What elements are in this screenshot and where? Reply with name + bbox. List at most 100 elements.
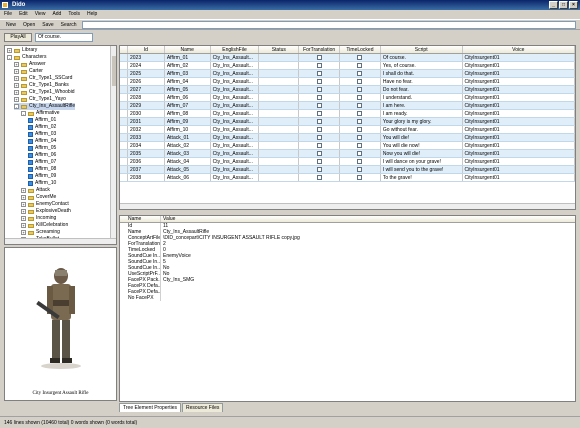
tree-node[interactable]: + CoverMe	[21, 194, 56, 201]
cell-name[interactable]: Affirm_08	[165, 110, 211, 117]
cell-id[interactable]: 2023	[128, 54, 165, 61]
checkbox[interactable]	[316, 175, 322, 180]
cell-id[interactable]: 2031	[128, 118, 165, 125]
row-selector[interactable]	[120, 70, 128, 77]
cell-name[interactable]: Attack_05	[165, 166, 211, 173]
expand-icon[interactable]: +	[14, 83, 19, 88]
cell-status[interactable]	[259, 166, 300, 173]
cell-for-translation[interactable]	[299, 158, 341, 165]
tree-node[interactable]: Affirm_09	[28, 173, 56, 180]
col-time-locked[interactable]: TimeLocked	[340, 46, 381, 53]
cell-script[interactable]: Yes, of course.	[381, 62, 463, 69]
tree-node[interactable]: + Ctr_Type1_Yayo	[14, 96, 66, 103]
table-row[interactable]: 2028 Affirm_06 Cty_Ins_Assault... I underst…	[120, 94, 575, 102]
checkbox[interactable]	[357, 175, 363, 180]
cell-time-locked[interactable]	[340, 70, 381, 77]
cell-time-locked[interactable]	[340, 94, 381, 101]
table-row[interactable]: 2031 Affirm_09 Cty_Ins_Assault... Your glor…	[120, 118, 575, 126]
cell-script[interactable]: Go without fear.	[381, 126, 463, 133]
cell-voice[interactable]: CityInsurgent01	[463, 126, 575, 133]
checkbox[interactable]	[357, 151, 363, 156]
cell-for-translation[interactable]	[299, 110, 341, 117]
close-button[interactable]: ×	[569, 1, 578, 9]
cell-status[interactable]	[259, 134, 300, 141]
tree-node[interactable]: + Library	[7, 47, 37, 54]
cell-english-file[interactable]: Cty_Ins_Assault...	[211, 94, 260, 101]
checkbox[interactable]	[357, 103, 363, 108]
cell-for-translation[interactable]	[299, 62, 341, 69]
cell-status[interactable]	[259, 158, 300, 165]
checkbox[interactable]	[316, 127, 322, 132]
cell-id[interactable]: 2029	[128, 102, 165, 109]
property-value[interactable]	[160, 295, 575, 301]
menu-help[interactable]: Help	[87, 10, 97, 19]
row-selector[interactable]	[120, 150, 128, 157]
row-selector[interactable]	[120, 118, 128, 125]
cell-voice[interactable]: CityInsurgent01	[463, 62, 575, 69]
table-row[interactable]: 2025 Affirm_03 Cty_Ins_Assault... I shall d…	[120, 70, 575, 78]
tree-node[interactable]: Affirm_02	[28, 124, 56, 131]
collapse-icon[interactable]: -	[21, 111, 26, 116]
current-line-field[interactable]: Of course.	[35, 32, 93, 42]
cell-voice[interactable]: CityInsurgent01	[463, 142, 575, 149]
table-row[interactable]: 2026 Affirm_04 Cty_Ins_Assault... Have no f…	[120, 78, 575, 86]
table-row[interactable]: 2035 Attack_03 Cty_Ins_Assault... Now you w…	[120, 150, 575, 158]
cell-english-file[interactable]: Cty_Ins_Assault...	[211, 70, 260, 77]
cell-voice[interactable]: CityInsurgent01	[463, 158, 575, 165]
cell-time-locked[interactable]	[340, 78, 381, 85]
cell-voice[interactable]: CityInsurgent01	[463, 70, 575, 77]
cell-voice[interactable]: CityInsurgent01	[463, 86, 575, 93]
cell-id[interactable]: 2030	[128, 110, 165, 117]
cell-script[interactable]: I shall do that.	[381, 70, 463, 77]
row-selector[interactable]	[120, 166, 128, 173]
table-row[interactable]: 2023 Affirm_01 Cty_Ins_Assault... Of course…	[120, 54, 575, 62]
cell-name[interactable]: Affirm_10	[165, 126, 211, 133]
checkbox[interactable]	[357, 159, 363, 164]
checkbox[interactable]	[316, 63, 322, 68]
cell-script[interactable]: I am ready.	[381, 110, 463, 117]
cell-english-file[interactable]: Cty_Ins_Assault...	[211, 110, 260, 117]
checkbox[interactable]	[316, 95, 322, 100]
menu-file[interactable]: File	[4, 10, 12, 19]
checkbox[interactable]	[357, 71, 363, 76]
cell-voice[interactable]: CityInsurgent01	[463, 118, 575, 125]
cell-id[interactable]: 2033	[128, 134, 165, 141]
checkbox[interactable]	[357, 95, 363, 100]
character-tree[interactable]: + Library - Characters + Answer + Carter + Ctr_Ty…	[4, 45, 117, 245]
col-id[interactable]: Id	[128, 46, 165, 53]
cell-id[interactable]: 2026	[128, 78, 165, 85]
cell-script[interactable]: You will die now!	[381, 142, 463, 149]
cell-english-file[interactable]: Cty_Ins_Assault...	[211, 54, 260, 61]
cell-for-translation[interactable]	[299, 70, 341, 77]
tree-node[interactable]: + ExplosiveDeath	[21, 208, 71, 215]
menu-tools[interactable]: Tools	[68, 10, 80, 19]
cell-id[interactable]: 2032	[128, 126, 165, 133]
save-button[interactable]: Save	[40, 21, 55, 29]
checkbox[interactable]	[316, 135, 322, 140]
tree-node[interactable]: Affirm_05	[28, 145, 56, 152]
checkbox[interactable]	[316, 55, 322, 60]
col-name[interactable]: Name	[165, 46, 211, 53]
cell-english-file[interactable]: Cty_Ins_Assault...	[211, 86, 260, 93]
tree-node[interactable]: + Ctr_Type1_Banks	[14, 82, 69, 89]
expand-icon[interactable]: +	[21, 188, 26, 193]
cell-english-file[interactable]: Cty_Ins_Assault...	[211, 126, 260, 133]
cell-voice[interactable]: CityInsurgent01	[463, 78, 575, 85]
cell-for-translation[interactable]	[299, 150, 341, 157]
cell-script[interactable]: I will dance on your grave!	[381, 158, 463, 165]
cell-for-translation[interactable]	[299, 142, 341, 149]
cell-voice[interactable]: CityInsurgent01	[463, 94, 575, 101]
checkbox[interactable]	[316, 119, 322, 124]
cell-id[interactable]: 2025	[128, 70, 165, 77]
expand-icon[interactable]: +	[21, 195, 26, 200]
cell-name[interactable]: Affirm_07	[165, 102, 211, 109]
cell-time-locked[interactable]	[340, 118, 381, 125]
checkbox[interactable]	[357, 79, 363, 84]
cell-script[interactable]: Of course.	[381, 54, 463, 61]
minimize-button[interactable]: _	[549, 1, 558, 9]
cell-voice[interactable]: CityInsurgent01	[463, 134, 575, 141]
cell-english-file[interactable]: Cty_Ins_Assault...	[211, 174, 260, 181]
cell-for-translation[interactable]	[299, 134, 341, 141]
row-selector[interactable]	[120, 78, 128, 85]
expand-icon[interactable]: +	[21, 230, 26, 235]
